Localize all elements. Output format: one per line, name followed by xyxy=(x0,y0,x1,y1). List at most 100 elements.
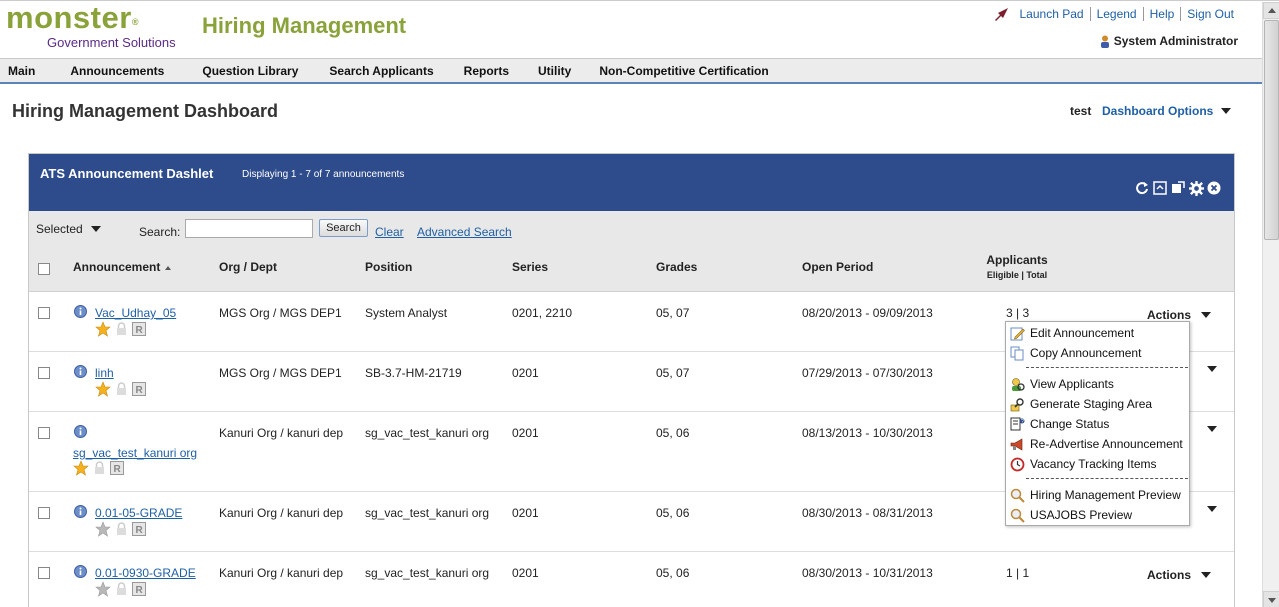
r-badge-icon: R xyxy=(131,581,147,597)
refresh-icon[interactable] xyxy=(1134,180,1150,196)
star-icon[interactable] xyxy=(95,321,111,337)
row-icons: R xyxy=(73,460,125,476)
close-icon[interactable] xyxy=(1206,180,1222,196)
menu-copy-announcement[interactable]: Copy Announcement xyxy=(1009,344,1189,362)
nav-non-competitive-certification[interactable]: Non-Competitive Certification xyxy=(591,64,776,78)
actions-dropdown[interactable] xyxy=(1197,366,1217,372)
lock-icon xyxy=(113,521,129,537)
dashlet-tools xyxy=(1134,180,1222,196)
col-announcement[interactable]: Announcement xyxy=(73,260,172,274)
row-checkbox[interactable] xyxy=(38,567,50,579)
menu-view-applicants[interactable]: View Applicants xyxy=(1009,375,1189,393)
table-header: Announcement Org / Dept Position Series … xyxy=(29,247,1234,292)
help-link[interactable]: Help xyxy=(1142,7,1181,21)
nav-search-applicants[interactable]: Search Applicants xyxy=(321,64,441,78)
menu-edit-announcement[interactable]: Edit Announcement xyxy=(1009,324,1189,342)
search-button[interactable]: Search xyxy=(319,219,368,237)
org-dept-cell: MGS Org / MGS DEP1 xyxy=(219,366,342,380)
nav-reports[interactable]: Reports xyxy=(456,64,517,78)
info-icon[interactable] xyxy=(74,365,87,378)
info-icon[interactable] xyxy=(74,505,87,518)
user-icon xyxy=(1100,35,1109,48)
menu-label: Change Status xyxy=(1030,417,1110,431)
nav-utility[interactable]: Utility xyxy=(530,64,579,78)
selected-dropdown[interactable]: Selected xyxy=(36,222,101,236)
launch-pad-link[interactable]: Launch Pad xyxy=(1014,7,1090,21)
menu-vacancy-tracking[interactable]: Vacancy Tracking Items xyxy=(1009,455,1189,473)
menu-generate-staging-area[interactable]: Generate Staging Area xyxy=(1009,395,1189,413)
search-input[interactable] xyxy=(185,219,313,238)
lock-icon xyxy=(113,581,129,597)
chevron-down-icon xyxy=(90,226,101,232)
announcement-link[interactable]: 0.01-0930-GRADE xyxy=(95,566,196,580)
staging-area-icon xyxy=(1009,396,1026,412)
scroll-up-button[interactable] xyxy=(1263,2,1279,19)
scroll-down-button[interactable] xyxy=(1263,591,1279,607)
col-open-period[interactable]: Open Period xyxy=(802,260,873,274)
announcement-link[interactable]: linh xyxy=(95,366,114,380)
menu-separator xyxy=(1026,478,1188,479)
col-org-dept[interactable]: Org / Dept xyxy=(219,260,277,274)
scroll-thumb[interactable] xyxy=(1264,20,1279,240)
menu-hiring-management-preview[interactable]: Hiring Management Preview xyxy=(1009,486,1189,504)
menu-usajobs-preview[interactable]: USAJOBS Preview xyxy=(1009,506,1189,524)
scrollbar[interactable] xyxy=(1262,2,1279,607)
chevron-down-icon xyxy=(1207,366,1217,372)
row-checkbox[interactable] xyxy=(38,427,50,439)
select-all-checkbox[interactable] xyxy=(38,263,50,275)
actions-dropdown[interactable] xyxy=(1197,506,1217,512)
row-checkbox[interactable] xyxy=(38,367,50,379)
info-icon[interactable] xyxy=(74,425,87,438)
star-icon[interactable] xyxy=(95,521,111,537)
info-icon[interactable] xyxy=(74,305,87,318)
open-period-cell: 07/29/2013 - 07/30/2013 xyxy=(802,366,933,380)
info-icon[interactable] xyxy=(74,565,87,578)
nav-main[interactable]: Main xyxy=(0,64,43,78)
dashboard-options-dropdown[interactable]: Dashboard Options xyxy=(1102,104,1232,118)
announcement-link[interactable]: 0.01-05-GRADE xyxy=(95,506,182,520)
actions-dropdown[interactable]: Actions xyxy=(1147,568,1212,582)
megaphone-icon xyxy=(1009,436,1026,452)
expand-icon[interactable] xyxy=(1170,180,1186,196)
lock-icon xyxy=(91,460,107,476)
menu-label: Hiring Management Preview xyxy=(1030,488,1181,502)
menu-re-advertise[interactable]: Re-Advertise Announcement xyxy=(1009,435,1189,453)
row-checkbox[interactable] xyxy=(38,507,50,519)
actions-dropdown[interactable] xyxy=(1197,426,1217,432)
sign-out-link[interactable]: Sign Out xyxy=(1180,7,1240,21)
announcement-link[interactable]: Vac_Udhay_05 xyxy=(95,306,176,320)
col-applicants[interactable]: Applicants Eligible | Total xyxy=(979,253,1055,280)
header: monster® Government Solutions Hiring Man… xyxy=(0,1,1262,57)
col-series[interactable]: Series xyxy=(512,260,548,274)
announcement-link[interactable]: sg_vac_test_kanuri org xyxy=(73,446,197,460)
col-position[interactable]: Position xyxy=(365,260,412,274)
actions-label: Actions xyxy=(1147,568,1192,582)
lock-icon xyxy=(113,321,129,337)
nav-question-library[interactable]: Question Library xyxy=(194,64,306,78)
applicants-cell: 1 | 1 xyxy=(1006,566,1030,580)
nav-announcements[interactable]: Announcements xyxy=(62,64,172,78)
star-icon[interactable] xyxy=(95,581,111,597)
clock-icon xyxy=(1009,456,1026,472)
collapse-icon[interactable] xyxy=(1152,180,1168,196)
series-cell: 0201, 2210 xyxy=(512,306,573,320)
menu-change-status[interactable]: ? Change Status xyxy=(1009,415,1189,433)
star-icon[interactable] xyxy=(95,381,111,397)
star-icon[interactable] xyxy=(73,460,89,476)
chevron-down-icon xyxy=(1207,506,1217,512)
chevron-down-icon xyxy=(1201,312,1212,318)
actions-dropdown[interactable]: Actions xyxy=(1147,308,1212,322)
col-grades[interactable]: Grades xyxy=(656,260,697,274)
row-checkbox[interactable] xyxy=(38,307,50,319)
gear-icon[interactable] xyxy=(1188,180,1204,196)
row-icons: R xyxy=(95,581,147,597)
svg-text:R: R xyxy=(136,385,144,396)
clear-link[interactable]: Clear xyxy=(375,225,404,239)
row-icons: R xyxy=(95,381,147,397)
advanced-search-link[interactable]: Advanced Search xyxy=(417,225,512,239)
row-icons: R xyxy=(95,521,147,537)
dashlet-header: ATS Announcement Dashlet Displaying 1 - … xyxy=(29,154,1234,211)
series-cell: 0201 xyxy=(512,366,539,380)
logo-mark: ® xyxy=(131,17,139,27)
legend-link[interactable]: Legend xyxy=(1089,7,1143,21)
